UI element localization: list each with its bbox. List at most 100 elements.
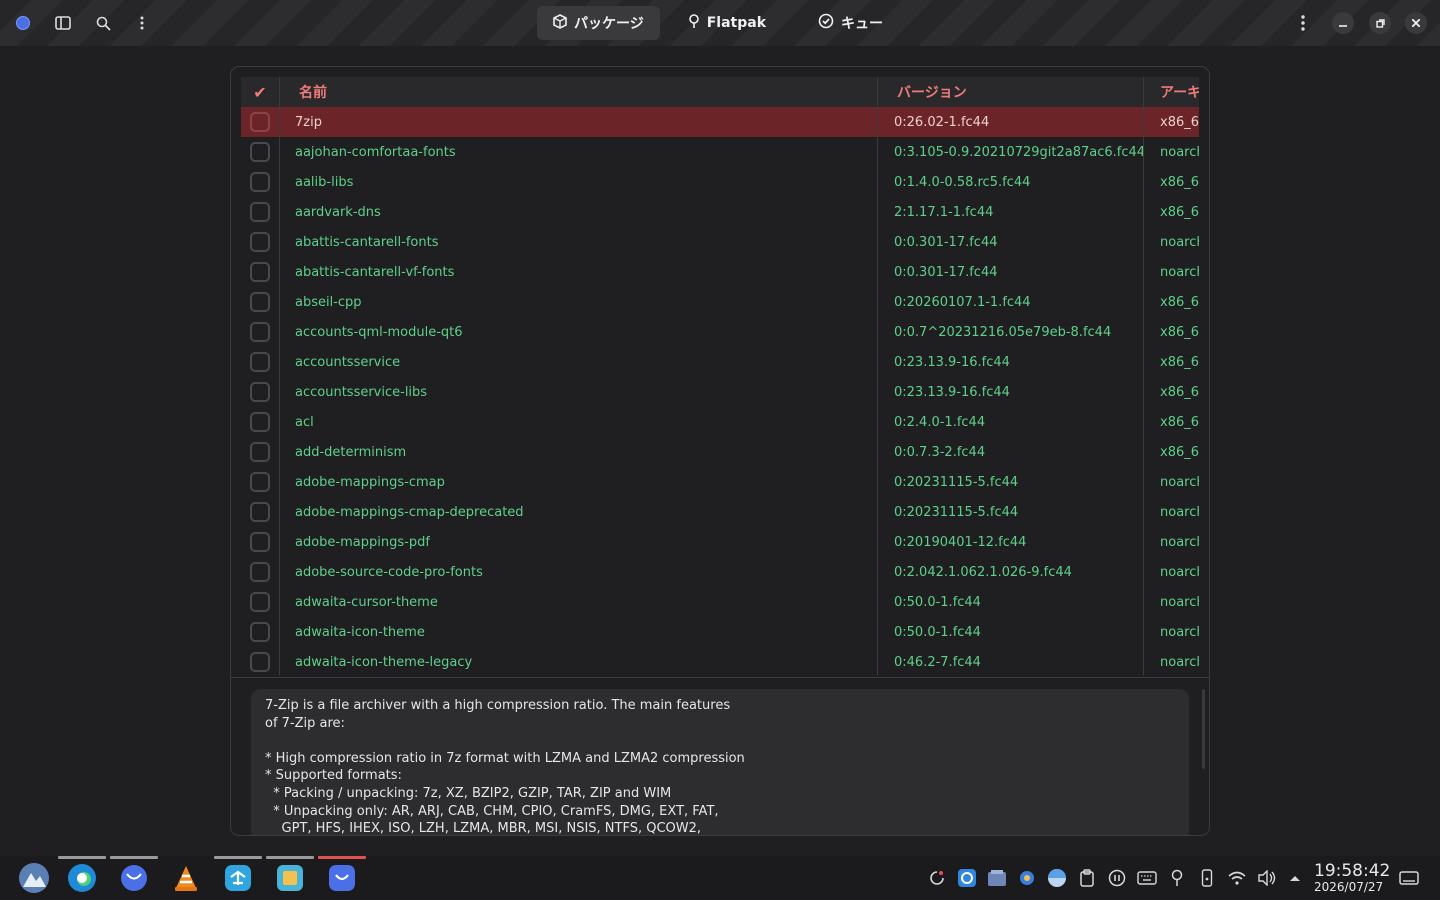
row-checkbox[interactable]: [250, 652, 270, 672]
table-row[interactable]: add-determinism 0:0.7.3-2.fc44 x86_64: [241, 437, 1199, 467]
keyboard-icon[interactable]: [1137, 868, 1157, 888]
wifi-icon[interactable]: [1227, 868, 1247, 888]
table-row[interactable]: acl 0:2.4.0-1.fc44 x86_64: [241, 407, 1199, 437]
row-checkbox[interactable]: [250, 562, 270, 582]
table-row[interactable]: aajohan-comfortaa-fonts 0:3.105-0.9.20210…: [241, 137, 1199, 167]
table-row[interactable]: adobe-mappings-cmap-deprecated 0:20231115…: [241, 497, 1199, 527]
disk-icon[interactable]: [1047, 868, 1067, 888]
phone-icon[interactable]: [1197, 868, 1217, 888]
table-row[interactable]: adobe-mappings-pdf 0:20190401-12.fc44 noar…: [241, 527, 1199, 557]
row-checkbox[interactable]: [250, 172, 270, 192]
package-arch-cell: noarch: [1144, 617, 1199, 647]
vertical-dots-icon[interactable]: [126, 7, 158, 39]
table-row[interactable]: abseil-cpp 0:20260107.1-1.fc44 x86_64: [241, 287, 1199, 317]
package-name-cell: aardvark-dns: [280, 197, 878, 227]
sidebar-toggle-icon[interactable]: [47, 7, 79, 39]
show-desktop-icon[interactable]: [1398, 868, 1420, 888]
table-row[interactable]: abattis-cantarell-vf-fonts 0:0.301-17.fc4…: [241, 257, 1199, 287]
package-name: adwaita-icon-theme: [295, 624, 425, 640]
package-name-cell: adwaita-icon-theme: [280, 617, 878, 647]
package-version: 0:0.7^20231216.05e79eb-8.fc44: [894, 324, 1112, 340]
image-viewer-icon[interactable]: [272, 860, 308, 896]
column-header-name[interactable]: 名前: [280, 77, 878, 107]
package-name-cell: adwaita-icon-theme-legacy: [280, 647, 878, 675]
tray-expand-icon[interactable]: [1285, 868, 1305, 888]
row-checkbox[interactable]: [250, 592, 270, 612]
row-checkbox[interactable]: [250, 112, 270, 132]
table-row[interactable]: adwaita-icon-theme 0:50.0-1.fc44 noarch: [241, 617, 1199, 647]
row-checkbox[interactable]: [250, 532, 270, 552]
row-checkbox[interactable]: [250, 292, 270, 312]
minimize-icon[interactable]: [1332, 12, 1354, 34]
update-icon[interactable]: [927, 868, 947, 888]
clock[interactable]: 19:58:42 2026/07/27: [1314, 862, 1390, 894]
clipboard-icon[interactable]: [1077, 868, 1097, 888]
table-row[interactable]: accountsservice 0:23.13.9-16.fc44 x86_64: [241, 347, 1199, 377]
row-checkbox[interactable]: [250, 382, 270, 402]
package-arch-cell: noarch: [1144, 497, 1199, 527]
description-scrollbar[interactable]: [1202, 689, 1205, 769]
table-row[interactable]: aalib-libs 0:1.4.0-0.58.rc5.fc44 x86_64: [241, 167, 1199, 197]
table-row[interactable]: aardvark-dns 2:1.17.1-1.fc44 x86_64: [241, 197, 1199, 227]
row-checkbox[interactable]: [250, 412, 270, 432]
row-checkbox[interactable]: [250, 352, 270, 372]
package-version-cell: 0:50.0-1.fc44: [878, 617, 1144, 647]
table-row[interactable]: adwaita-icon-theme-legacy 0:46.2-7.fc44 no…: [241, 647, 1199, 675]
row-checkbox[interactable]: [250, 442, 270, 462]
table-row[interactable]: abattis-cantarell-fonts 0:0.301-17.fc44 no…: [241, 227, 1199, 257]
pause-icon[interactable]: [1107, 868, 1127, 888]
package-version-cell: 0:0.301-17.fc44: [878, 227, 1144, 257]
row-checkbox[interactable]: [250, 472, 270, 492]
package-name-cell: adwaita-cursor-theme: [280, 587, 878, 617]
package-name-cell: accountsservice: [280, 347, 878, 377]
tab-queue[interactable]: キュー: [802, 6, 899, 40]
vlc-icon[interactable]: [168, 860, 204, 896]
location-icon[interactable]: [1167, 868, 1187, 888]
select-all-header[interactable]: ✔: [241, 77, 280, 107]
row-checkbox[interactable]: [250, 262, 270, 282]
row-checkbox[interactable]: [250, 142, 270, 162]
package-version: 0:20260107.1-1.fc44: [894, 294, 1031, 310]
package-name: adobe-mappings-cmap-deprecated: [295, 504, 524, 520]
edge-browser-icon[interactable]: [64, 860, 100, 896]
files-icon[interactable]: [987, 868, 1007, 888]
app-store-icon[interactable]: [324, 860, 360, 896]
row-checkbox[interactable]: [250, 322, 270, 342]
kde-connect-icon[interactable]: [220, 860, 256, 896]
launcher-icon[interactable]: [16, 860, 52, 896]
package-version: 0:20231115-5.fc44: [894, 474, 1019, 490]
package-arch: noarch: [1160, 534, 1199, 550]
package-version: 0:3.105-0.9.20210729git2a87ac6.fc44: [894, 144, 1143, 160]
close-icon[interactable]: [1405, 12, 1427, 34]
table-row[interactable]: accountsservice-libs 0:23.13.9-16.fc44 x86…: [241, 377, 1199, 407]
row-checkbox[interactable]: [250, 622, 270, 642]
table-row[interactable]: adobe-source-code-pro-fonts 0:2.042.1.062…: [241, 557, 1199, 587]
vertical-dots-icon[interactable]: [1287, 7, 1319, 39]
package-version: 0:0.7.3-2.fc44: [894, 444, 986, 460]
package-version-cell: 0:23.13.9-16.fc44: [878, 347, 1144, 377]
row-checkbox-cell: [241, 527, 280, 557]
tab-packages[interactable]: パッケージ: [537, 6, 660, 40]
column-header-version[interactable]: バージョン: [878, 77, 1144, 107]
table-row[interactable]: adwaita-cursor-theme 0:50.0-1.fc44 noarch: [241, 587, 1199, 617]
table-row[interactable]: 7zip 0:26.02-1.fc44 x86_64: [241, 107, 1199, 137]
row-checkbox[interactable]: [250, 232, 270, 252]
row-checkbox[interactable]: [250, 202, 270, 222]
row-checkbox-cell: [241, 197, 280, 227]
taskbar: [0, 856, 1440, 900]
column-header-arch[interactable]: アーキ: [1144, 77, 1199, 107]
table-row[interactable]: adobe-mappings-cmap 0:20231115-5.fc44 noar…: [241, 467, 1199, 497]
row-checkbox-cell: [241, 257, 280, 287]
tab-flatpak[interactable]: Flatpak: [672, 6, 782, 40]
search-icon[interactable]: [87, 7, 119, 39]
volume-icon[interactable]: [1257, 868, 1277, 888]
maximize-icon[interactable]: [1369, 12, 1391, 34]
row-checkbox[interactable]: [250, 502, 270, 522]
package-manager-icon[interactable]: [116, 860, 152, 896]
color-picker-icon[interactable]: [1017, 868, 1037, 888]
package-name-cell: adobe-mappings-cmap-deprecated: [280, 497, 878, 527]
pane-divider[interactable]: [231, 677, 1209, 678]
sync-icon[interactable]: [957, 868, 977, 888]
package-name: accountsservice: [295, 354, 401, 370]
table-row[interactable]: accounts-qml-module-qt6 0:0.7^20231216.05…: [241, 317, 1199, 347]
